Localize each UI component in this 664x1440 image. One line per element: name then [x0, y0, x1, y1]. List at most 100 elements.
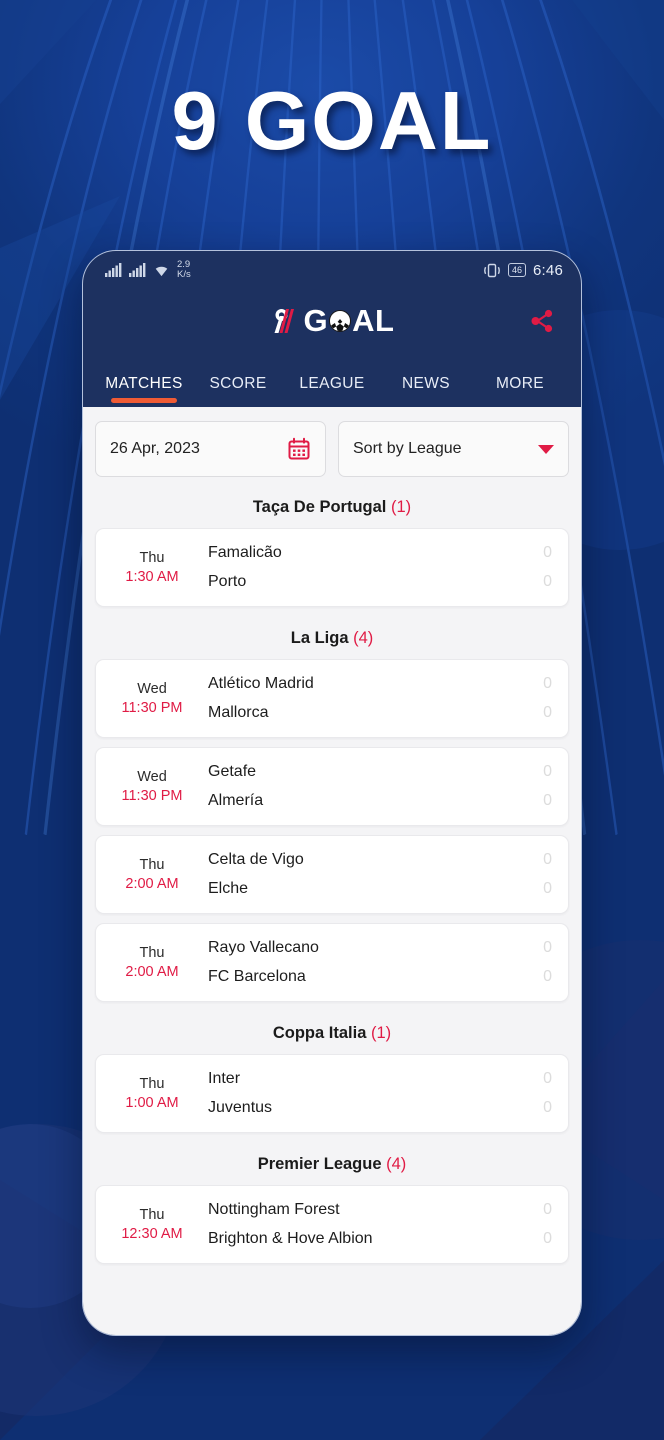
match-card[interactable]: Thu 2:00 AM Rayo Vallecano 0 FC Barcelona 0: [95, 923, 569, 1002]
away-team-name: Elche: [208, 880, 249, 897]
home-team-name: Getafe: [208, 763, 257, 780]
soccer-ball-icon: [329, 310, 352, 332]
app-logo-text: G AL: [304, 303, 395, 339]
sort-dropdown[interactable]: Sort by League: [338, 421, 569, 477]
away-team-score: 0: [543, 573, 552, 590]
away-team-score: 0: [543, 968, 552, 985]
home-team-score: 0: [543, 544, 552, 561]
tab-news[interactable]: NEWS: [379, 375, 473, 407]
wifi-icon: [155, 266, 168, 277]
match-time-block: Thu 2:00 AM: [96, 924, 208, 1001]
match-teams: Nottingham Forest 0 Brighton & Hove Albion…: [208, 1186, 568, 1263]
match-day: Thu: [139, 550, 165, 566]
away-team-name: Almería: [208, 792, 264, 809]
match-day: Thu: [139, 857, 165, 873]
away-team-score: 0: [543, 880, 552, 897]
home-team-row: Celta de Vigo 0: [208, 851, 568, 869]
league-name: Coppa Italia: [272, 1024, 367, 1042]
status-bar-clock: 6:46: [533, 261, 563, 279]
home-team-row: Famalicão 0: [208, 544, 568, 562]
tab-more[interactable]: MORE: [473, 375, 567, 407]
share-icon[interactable]: [525, 304, 559, 338]
signal-bars-icon: [105, 263, 122, 277]
match-time-block: Thu 12:30 AM: [96, 1186, 208, 1263]
away-team-name: FC Barcelona: [208, 968, 306, 985]
date-picker[interactable]: 26 Apr, 2023: [95, 421, 326, 477]
league-header: Taça De Portugal (1): [95, 485, 569, 528]
match-teams: Rayo Vallecano 0 FC Barcelona 0: [208, 924, 568, 1001]
home-team-score: 0: [543, 675, 552, 692]
vibrate-icon: [484, 263, 500, 277]
home-team-score: 0: [543, 939, 552, 956]
match-card[interactable]: Thu 12:30 AM Nottingham Forest 0 Brighton & …: [95, 1185, 569, 1264]
match-day: Thu: [139, 1076, 165, 1092]
tab-league[interactable]: LEAGUE: [285, 375, 379, 407]
home-team-name: Inter: [208, 1070, 241, 1087]
league-list: Taça De Portugal (1) Thu 1:30 AM Famalicão 0…: [95, 485, 569, 1264]
league-name: Premier League: [257, 1155, 382, 1173]
match-day: Wed: [137, 681, 167, 697]
matches-content: 26 Apr, 2023 Sort by League Taça De Port…: [83, 407, 581, 1335]
match-kickoff-time: 11:30 PM: [121, 700, 183, 716]
away-team-name: Porto: [208, 573, 247, 590]
tab-score[interactable]: SCORE: [191, 375, 285, 407]
filter-bar: 26 Apr, 2023 Sort by League: [95, 407, 569, 485]
home-team-name: Celta de Vigo: [208, 851, 304, 868]
match-card[interactable]: Wed 11:30 PM Atlético Madrid 0 Mallorca 0: [95, 659, 569, 738]
league-name: La Liga: [290, 629, 349, 647]
app-bar: G AL: [83, 289, 581, 353]
match-kickoff-time: 2:00 AM: [125, 876, 179, 892]
match-time-block: Thu 1:30 AM: [96, 529, 208, 606]
away-team-row: Juventus 0: [208, 1099, 568, 1117]
match-card[interactable]: Wed 11:30 PM Getafe 0 Almería 0: [95, 747, 569, 826]
league-match-count: (1): [370, 1024, 392, 1042]
away-team-score: 0: [543, 1099, 552, 1116]
sort-dropdown-value: Sort by League: [353, 440, 462, 457]
away-team-score: 0: [543, 792, 552, 809]
match-teams: Atlético Madrid 0 Mallorca 0: [208, 660, 568, 737]
match-card[interactable]: Thu 2:00 AM Celta de Vigo 0 Elche 0: [95, 835, 569, 914]
away-team-name: Brighton & Hove Albion: [208, 1230, 373, 1247]
away-team-row: Mallorca 0: [208, 704, 568, 722]
tab-bar[interactable]: MATCHES SCORE LEAGUE NEWS MORE: [83, 353, 581, 407]
league-header: Premier League (4): [95, 1142, 569, 1185]
match-teams: Getafe 0 Almería 0: [208, 748, 568, 825]
home-team-row: Atlético Madrid 0: [208, 675, 568, 693]
nine-slash-icon: [274, 309, 294, 333]
home-team-row: Getafe 0: [208, 763, 568, 781]
app-logo: G AL: [270, 303, 395, 339]
match-card[interactable]: Thu 1:00 AM Inter 0 Juventus 0: [95, 1054, 569, 1133]
match-time-block: Thu 2:00 AM: [96, 836, 208, 913]
away-team-row: Almería 0: [208, 792, 568, 810]
match-card[interactable]: Thu 1:30 AM Famalicão 0 Porto 0: [95, 528, 569, 607]
match-kickoff-time: 11:30 PM: [121, 788, 183, 804]
league-name: Taça De Portugal: [252, 498, 387, 516]
match-teams: Inter 0 Juventus 0: [208, 1055, 568, 1132]
away-team-score: 0: [543, 704, 552, 721]
match-time-block: Wed 11:30 PM: [96, 748, 208, 825]
away-team-name: Juventus: [208, 1099, 273, 1116]
home-team-name: Atlético Madrid: [208, 675, 314, 692]
date-picker-value: 26 Apr, 2023: [110, 440, 200, 457]
league-match-count: (1): [391, 498, 412, 516]
home-team-score: 0: [543, 851, 552, 868]
battery-indicator: 46: [507, 263, 526, 277]
tab-matches[interactable]: MATCHES: [97, 375, 191, 407]
league-match-count: (4): [386, 1155, 407, 1173]
match-kickoff-time: 1:30 AM: [125, 569, 179, 585]
away-team-row: Porto 0: [208, 573, 568, 591]
away-team-row: FC Barcelona 0: [208, 968, 568, 986]
home-team-score: 0: [543, 1070, 552, 1087]
match-time-block: Thu 1:00 AM: [96, 1055, 208, 1132]
away-team-row: Elche 0: [208, 880, 568, 898]
league-header: La Liga (4): [95, 616, 569, 659]
chevron-down-icon: [538, 444, 554, 454]
match-teams: Celta de Vigo 0 Elche 0: [208, 836, 568, 913]
league-match-count: (4): [353, 629, 374, 647]
home-team-name: Famalicão: [208, 544, 282, 561]
league-header: Coppa Italia (1): [95, 1011, 569, 1054]
match-day: Thu: [139, 945, 165, 961]
app-logo-al: AL: [352, 303, 395, 338]
home-team-row: Inter 0: [208, 1070, 568, 1088]
away-team-name: Mallorca: [208, 704, 269, 721]
